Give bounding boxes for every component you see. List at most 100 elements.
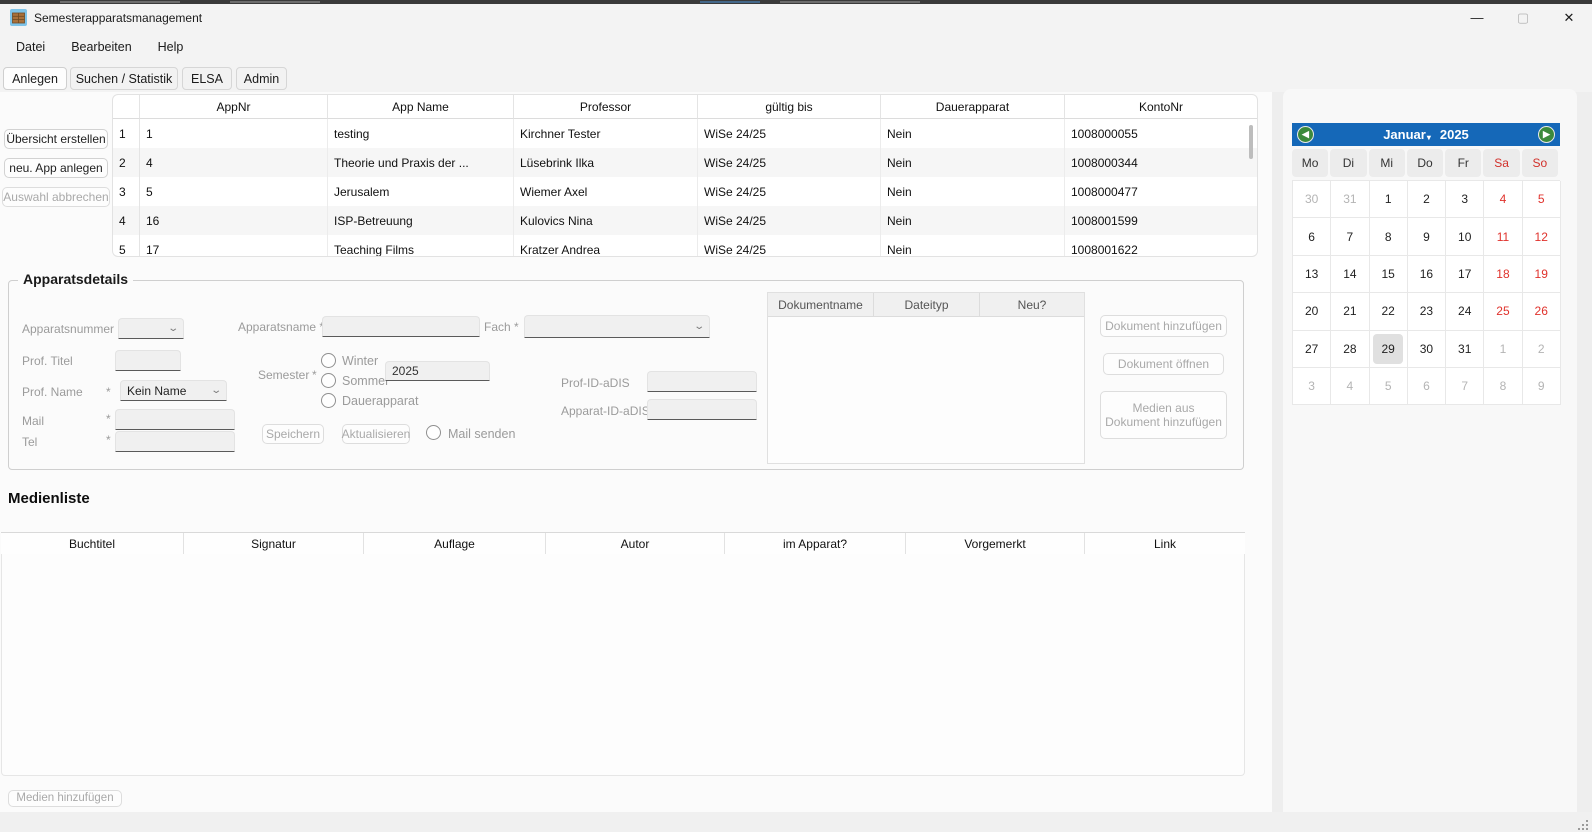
calendar-date[interactable]: 12 xyxy=(1523,218,1561,255)
calendar-date[interactable]: 11 xyxy=(1484,218,1522,255)
menu-item-bearbeiten[interactable]: Bearbeiten xyxy=(61,36,141,58)
calendar-date[interactable]: 9 xyxy=(1523,368,1561,405)
table-row[interactable]: 11testingKirchner TesterWiSe 24/25Nein10… xyxy=(113,119,1257,148)
apps-column-header[interactable]: KontoNr xyxy=(1065,95,1257,119)
calendar-date[interactable]: 26 xyxy=(1523,293,1561,330)
maximize-button[interactable]: ▢ xyxy=(1500,4,1546,31)
doc-column-header[interactable]: Dokumentname xyxy=(768,293,874,316)
calendar-date[interactable]: 13 xyxy=(1293,256,1331,293)
doc-column-header[interactable]: Neu? xyxy=(980,293,1084,316)
calendar-date[interactable]: 2 xyxy=(1408,181,1446,218)
calendar-date[interactable]: 23 xyxy=(1408,293,1446,330)
apps-table-scrollbar[interactable] xyxy=(1249,125,1253,159)
media-column-header[interactable]: Buchtitel xyxy=(1,533,184,554)
menu-item-help[interactable]: Help xyxy=(148,36,194,58)
apps-column-header[interactable]: gültig bis xyxy=(698,95,881,119)
calendar-date[interactable]: 7 xyxy=(1446,368,1484,405)
calendar-date[interactable]: 24 xyxy=(1446,293,1484,330)
apps-column-header[interactable]: Professor xyxy=(514,95,698,119)
table-row[interactable]: 416ISP-BetreuungKulovics NinaWiSe 24/25N… xyxy=(113,206,1257,235)
media-column-header[interactable]: Link xyxy=(1085,533,1245,554)
apps-column-header[interactable]: Dauerapparat xyxy=(881,95,1065,119)
media-column-header[interactable]: im Apparat? xyxy=(725,533,906,554)
calendar-date[interactable]: 16 xyxy=(1408,256,1446,293)
neu-app-anlegen-button[interactable]: neu. App anlegen xyxy=(4,158,108,178)
calendar-date[interactable]: 27 xyxy=(1293,331,1331,368)
calendar-date[interactable]: 22 xyxy=(1370,293,1408,330)
menu-item-datei[interactable]: Datei xyxy=(6,36,55,58)
calendar-date[interactable]: 4 xyxy=(1484,181,1522,218)
calendar-date[interactable]: 8 xyxy=(1370,218,1408,255)
tel-input[interactable] xyxy=(115,431,235,452)
calendar-date[interactable]: 31 xyxy=(1331,181,1369,218)
prof-name-select[interactable]: Kein Name⌄ xyxy=(120,380,227,401)
prof-titel-input[interactable] xyxy=(115,350,181,371)
calendar-date[interactable]: 20 xyxy=(1293,293,1331,330)
calendar-date[interactable]: 31 xyxy=(1446,331,1484,368)
auswahl-abbrechen-button[interactable]: Auswahl abbrechen xyxy=(2,187,110,207)
calendar-date[interactable]: 28 xyxy=(1331,331,1369,368)
apparat-id-adis-input[interactable] xyxy=(647,399,757,420)
apparatsname-input[interactable] xyxy=(322,316,480,337)
doc-column-header[interactable]: Dateityp xyxy=(874,293,980,316)
calendar-date[interactable]: 29 xyxy=(1370,331,1408,368)
winter-radio[interactable] xyxy=(321,353,336,368)
calendar-date[interactable]: 14 xyxy=(1331,256,1369,293)
dauerapparat-radio[interactable] xyxy=(321,393,336,408)
calendar-date[interactable]: 9 xyxy=(1408,218,1446,255)
mail-input[interactable] xyxy=(115,409,235,430)
calendar-date[interactable]: 1 xyxy=(1484,331,1522,368)
calendar-date[interactable]: 17 xyxy=(1446,256,1484,293)
close-button[interactable]: ✕ xyxy=(1546,4,1592,31)
tab-suchen-statistik[interactable]: Suchen / Statistik xyxy=(70,67,178,90)
calendar-date[interactable]: 2 xyxy=(1523,331,1561,368)
minimize-button[interactable]: — xyxy=(1454,4,1500,31)
calendar-date[interactable]: 25 xyxy=(1484,293,1522,330)
calendar-date[interactable]: 6 xyxy=(1408,368,1446,405)
calendar-date[interactable]: 10 xyxy=(1446,218,1484,255)
resize-grip[interactable] xyxy=(1576,818,1588,830)
media-column-header[interactable]: Auflage xyxy=(364,533,546,554)
prof-id-adis-input[interactable] xyxy=(647,371,757,392)
mail-senden-checkbox[interactable] xyxy=(426,425,441,440)
tab-elsa[interactable]: ELSA xyxy=(182,67,232,90)
aktualisieren-button[interactable]: Aktualisieren xyxy=(342,424,410,444)
media-column-header[interactable]: Signatur xyxy=(184,533,364,554)
calendar-prev-icon[interactable]: ◀ xyxy=(1297,126,1314,143)
calendar-date[interactable]: 1 xyxy=(1370,181,1408,218)
calendar-next-icon[interactable]: ▶ xyxy=(1538,126,1555,143)
media-column-header[interactable]: Vorgemerkt xyxy=(906,533,1085,554)
calendar-date[interactable]: 7 xyxy=(1331,218,1369,255)
calendar-date[interactable]: 3 xyxy=(1293,368,1331,405)
apps-column-header[interactable]: App Name xyxy=(328,95,514,119)
medien-hinzufuegen-button[interactable]: Medien hinzufügen xyxy=(8,790,122,807)
apps-column-header[interactable]: AppNr xyxy=(140,95,328,119)
tab-admin[interactable]: Admin xyxy=(236,67,287,90)
dokument-hinzufuegen-button[interactable]: Dokument hinzufügen xyxy=(1100,315,1227,337)
calendar-year[interactable]: 2025 xyxy=(1440,127,1469,142)
calendar-date[interactable]: 21 xyxy=(1331,293,1369,330)
calendar-date[interactable]: 15 xyxy=(1370,256,1408,293)
calendar-date[interactable]: 30 xyxy=(1408,331,1446,368)
dokument-oeffnen-button[interactable]: Dokument öffnen xyxy=(1103,353,1224,375)
semester-year-input[interactable]: 2025 xyxy=(385,361,490,381)
calendar-date[interactable]: 5 xyxy=(1523,181,1561,218)
calendar-date[interactable]: 3 xyxy=(1446,181,1484,218)
calendar-date[interactable]: 6 xyxy=(1293,218,1331,255)
fach-select[interactable]: ⌄ xyxy=(524,315,710,338)
speichern-button[interactable]: Speichern xyxy=(262,424,324,444)
table-row[interactable]: 24Theorie und Praxis der ...Lüsebrink Il… xyxy=(113,148,1257,177)
calendar-date[interactable]: 19 xyxy=(1523,256,1561,293)
calendar-date[interactable]: 18 xyxy=(1484,256,1522,293)
calendar-date[interactable]: 5 xyxy=(1370,368,1408,405)
apparatsnummer-select[interactable]: ⌄ xyxy=(118,318,184,339)
uebersicht-erstellen-button[interactable]: Übersicht erstellen xyxy=(4,129,108,149)
table-row[interactable]: 35JerusalemWiemer AxelWiSe 24/25Nein1008… xyxy=(113,177,1257,206)
calendar-month[interactable]: Januar xyxy=(1383,127,1426,142)
tab-anlegen[interactable]: Anlegen xyxy=(3,67,67,90)
calendar-date[interactable]: 30 xyxy=(1293,181,1331,218)
calendar-date[interactable]: 4 xyxy=(1331,368,1369,405)
sommer-radio[interactable] xyxy=(321,373,336,388)
media-column-header[interactable]: Autor xyxy=(546,533,725,554)
medien-aus-dokument-button[interactable]: Medien aus Dokument hinzufügen xyxy=(1100,391,1227,439)
